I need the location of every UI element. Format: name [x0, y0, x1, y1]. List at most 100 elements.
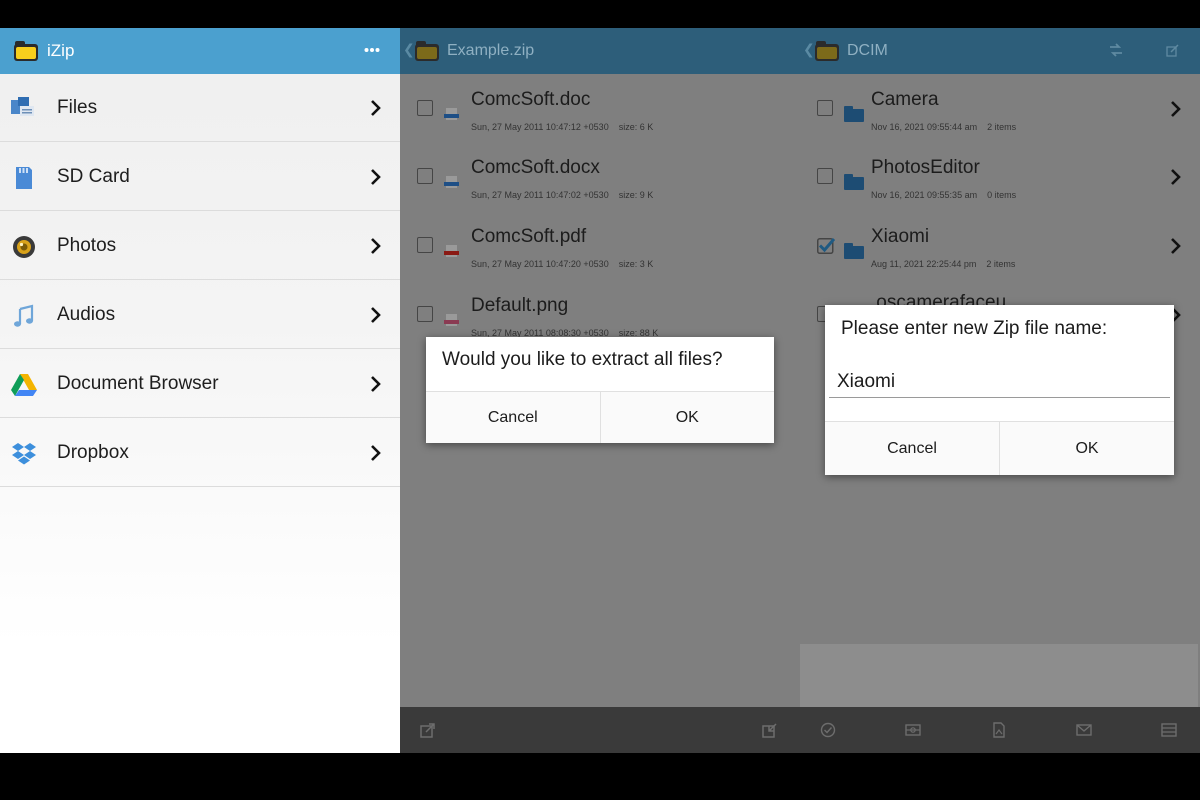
zip-name-dialog: Please enter new Zip file name: Xiaomi C… [825, 305, 1174, 475]
empty-area [800, 644, 1198, 707]
dropbox-icon [11, 441, 37, 467]
file-row[interactable]: ComcSoft.pdf Sun, 27 May 2011 10:47:20 +… [400, 212, 800, 280]
menu-label-photos: Photos [57, 235, 116, 257]
folder-row[interactable]: Xiaomi Aug 11, 2021 22:25:44 pm 2 items [800, 212, 1200, 280]
folder-icon [844, 174, 864, 190]
doc-file-icon [444, 108, 459, 120]
chevron-right-icon [1169, 99, 1183, 119]
check-circle-icon[interactable] [820, 722, 836, 738]
file-row[interactable]: ComcSoft.doc Sun, 27 May 2011 10:47:12 +… [400, 75, 800, 143]
izip-home-panel: iZip Files SD Card [0, 28, 400, 753]
folder-date: Aug 11, 2021 22:25:44 pm [871, 259, 976, 269]
file-checkbox[interactable] [417, 237, 433, 253]
folder-icon [844, 106, 864, 122]
email-icon[interactable] [1076, 722, 1092, 738]
menu-item-document-browser[interactable]: Document Browser [0, 350, 400, 418]
file-meta: Sun, 27 May 2011 10:47:12 +0530 size: 6 K [471, 122, 653, 132]
bottom-toolbar [400, 707, 800, 753]
dcim-folder-icon [815, 41, 839, 61]
png-file-icon [444, 314, 459, 326]
archive-view-icon[interactable] [905, 722, 921, 738]
dialog-title: Would you like to extract all files? [442, 349, 723, 371]
menu-label-sd-card: SD Card [57, 166, 130, 188]
extract-in-icon[interactable] [762, 722, 778, 738]
app-bar: ❮ Example.zip [400, 28, 800, 74]
camera-lens-icon [11, 234, 37, 260]
music-note-icon [11, 303, 37, 329]
cancel-button[interactable]: Cancel [825, 422, 999, 475]
folder-checkbox[interactable] [817, 168, 833, 184]
folder-date: Nov 16, 2021 09:55:44 am [871, 122, 977, 132]
file-name: ComcSoft.docx [471, 157, 600, 179]
ok-button[interactable]: OK [999, 422, 1174, 475]
file-meta: Sun, 27 May 2011 10:47:20 +0530size: 3 K [471, 259, 653, 269]
overflow-dots-icon[interactable] [364, 47, 380, 53]
menu-item-sd-card[interactable]: SD Card [0, 143, 400, 211]
dialog-buttons: Cancel OK [825, 421, 1174, 475]
files-icon [11, 96, 37, 122]
menu-item-photos[interactable]: Photos [0, 212, 400, 280]
cancel-button[interactable]: Cancel [426, 392, 600, 443]
chevron-right-icon [369, 443, 383, 463]
extract-confirm-dialog: Would you like to extract all files? Can… [426, 337, 774, 443]
folder-row[interactable]: PhotosEditor Nov 16, 2021 09:55:35 am0 i… [800, 143, 1200, 211]
zip-title: Example.zip [447, 42, 534, 60]
folder-name: Camera [871, 89, 939, 111]
app-bar: ❮ DCIM [800, 28, 1200, 74]
chevron-right-icon [369, 98, 383, 118]
file-image-icon[interactable] [991, 722, 1007, 738]
file-date: Sun, 27 May 2011 10:47:20 +0530 [471, 259, 609, 269]
bottom-toolbar [800, 707, 1200, 753]
swap-arrows-icon[interactable] [1108, 42, 1124, 58]
file-size: size: 6 K [619, 122, 654, 132]
file-checkbox[interactable] [417, 100, 433, 116]
folder-name: Xiaomi [871, 226, 929, 248]
file-checkbox[interactable] [417, 306, 433, 322]
file-name: ComcSoft.pdf [471, 226, 586, 248]
checkbox-checked-icon[interactable] [817, 237, 835, 254]
dialog-title: Please enter new Zip file name: [841, 318, 1107, 340]
zip-archive-icon[interactable] [1161, 722, 1177, 738]
ok-button[interactable]: OK [600, 392, 775, 443]
chevron-right-icon [369, 305, 383, 325]
menu-item-dropbox[interactable]: Dropbox [0, 419, 400, 487]
menu-label-document-browser: Document Browser [57, 373, 219, 395]
back-chevron-icon[interactable]: ❮ [403, 41, 415, 58]
sd-card-icon [11, 165, 37, 191]
app-bar: iZip [0, 28, 400, 74]
file-checkbox[interactable] [417, 168, 433, 184]
menu-label-dropbox: Dropbox [57, 442, 129, 464]
zip-contents-panel: ❮ Example.zip ComcSoft.doc Sun, 27 May 2… [400, 28, 800, 753]
google-drive-icon [11, 372, 37, 398]
file-date: Sun, 27 May 2011 10:47:12 +0530 [471, 122, 609, 132]
menu-label-files: Files [57, 97, 97, 119]
edit-icon[interactable] [1166, 44, 1179, 57]
folder-count: 2 items [986, 259, 1015, 269]
menu-item-audios[interactable]: Audios [0, 281, 400, 349]
folder-icon [844, 243, 864, 259]
folder-row[interactable]: Camera Nov 16, 2021 09:55:44 am2 items [800, 75, 1200, 143]
back-chevron-icon[interactable]: ❮ [803, 41, 815, 58]
file-row[interactable]: ComcSoft.docx Sun, 27 May 2011 10:47:02 … [400, 143, 800, 211]
folder-meta: Nov 16, 2021 09:55:44 am2 items [871, 122, 1016, 132]
folder-meta: Aug 11, 2021 22:25:44 pm 2 items [871, 259, 1015, 269]
chevron-right-icon [1169, 236, 1183, 256]
zip-folder-icon [415, 41, 439, 61]
folder-name: PhotosEditor [871, 157, 980, 179]
file-date: Sun, 27 May 2011 10:47:02 +0530 [471, 190, 609, 200]
folder-title: DCIM [847, 42, 888, 60]
file-name: Default.png [471, 295, 568, 317]
folder-meta: Nov 16, 2021 09:55:35 am0 items [871, 190, 1016, 200]
docx-file-icon [444, 176, 459, 188]
menu-item-files[interactable]: Files [0, 74, 400, 142]
file-size: size: 9 K [619, 190, 654, 200]
chevron-right-icon [369, 236, 383, 256]
zip-name-input[interactable]: Xiaomi [829, 361, 1170, 398]
file-name: ComcSoft.doc [471, 89, 590, 111]
folder-checkbox[interactable] [817, 100, 833, 116]
dialog-buttons: Cancel OK [426, 391, 774, 443]
dcim-panel: ❮ DCIM Camera Nov 16, 2021 09:55:44 am2 … [800, 28, 1200, 753]
folder-date: Nov 16, 2021 09:55:35 am [871, 190, 977, 200]
extract-out-icon[interactable] [420, 722, 436, 738]
zip-name-input-value: Xiaomi [837, 371, 895, 393]
